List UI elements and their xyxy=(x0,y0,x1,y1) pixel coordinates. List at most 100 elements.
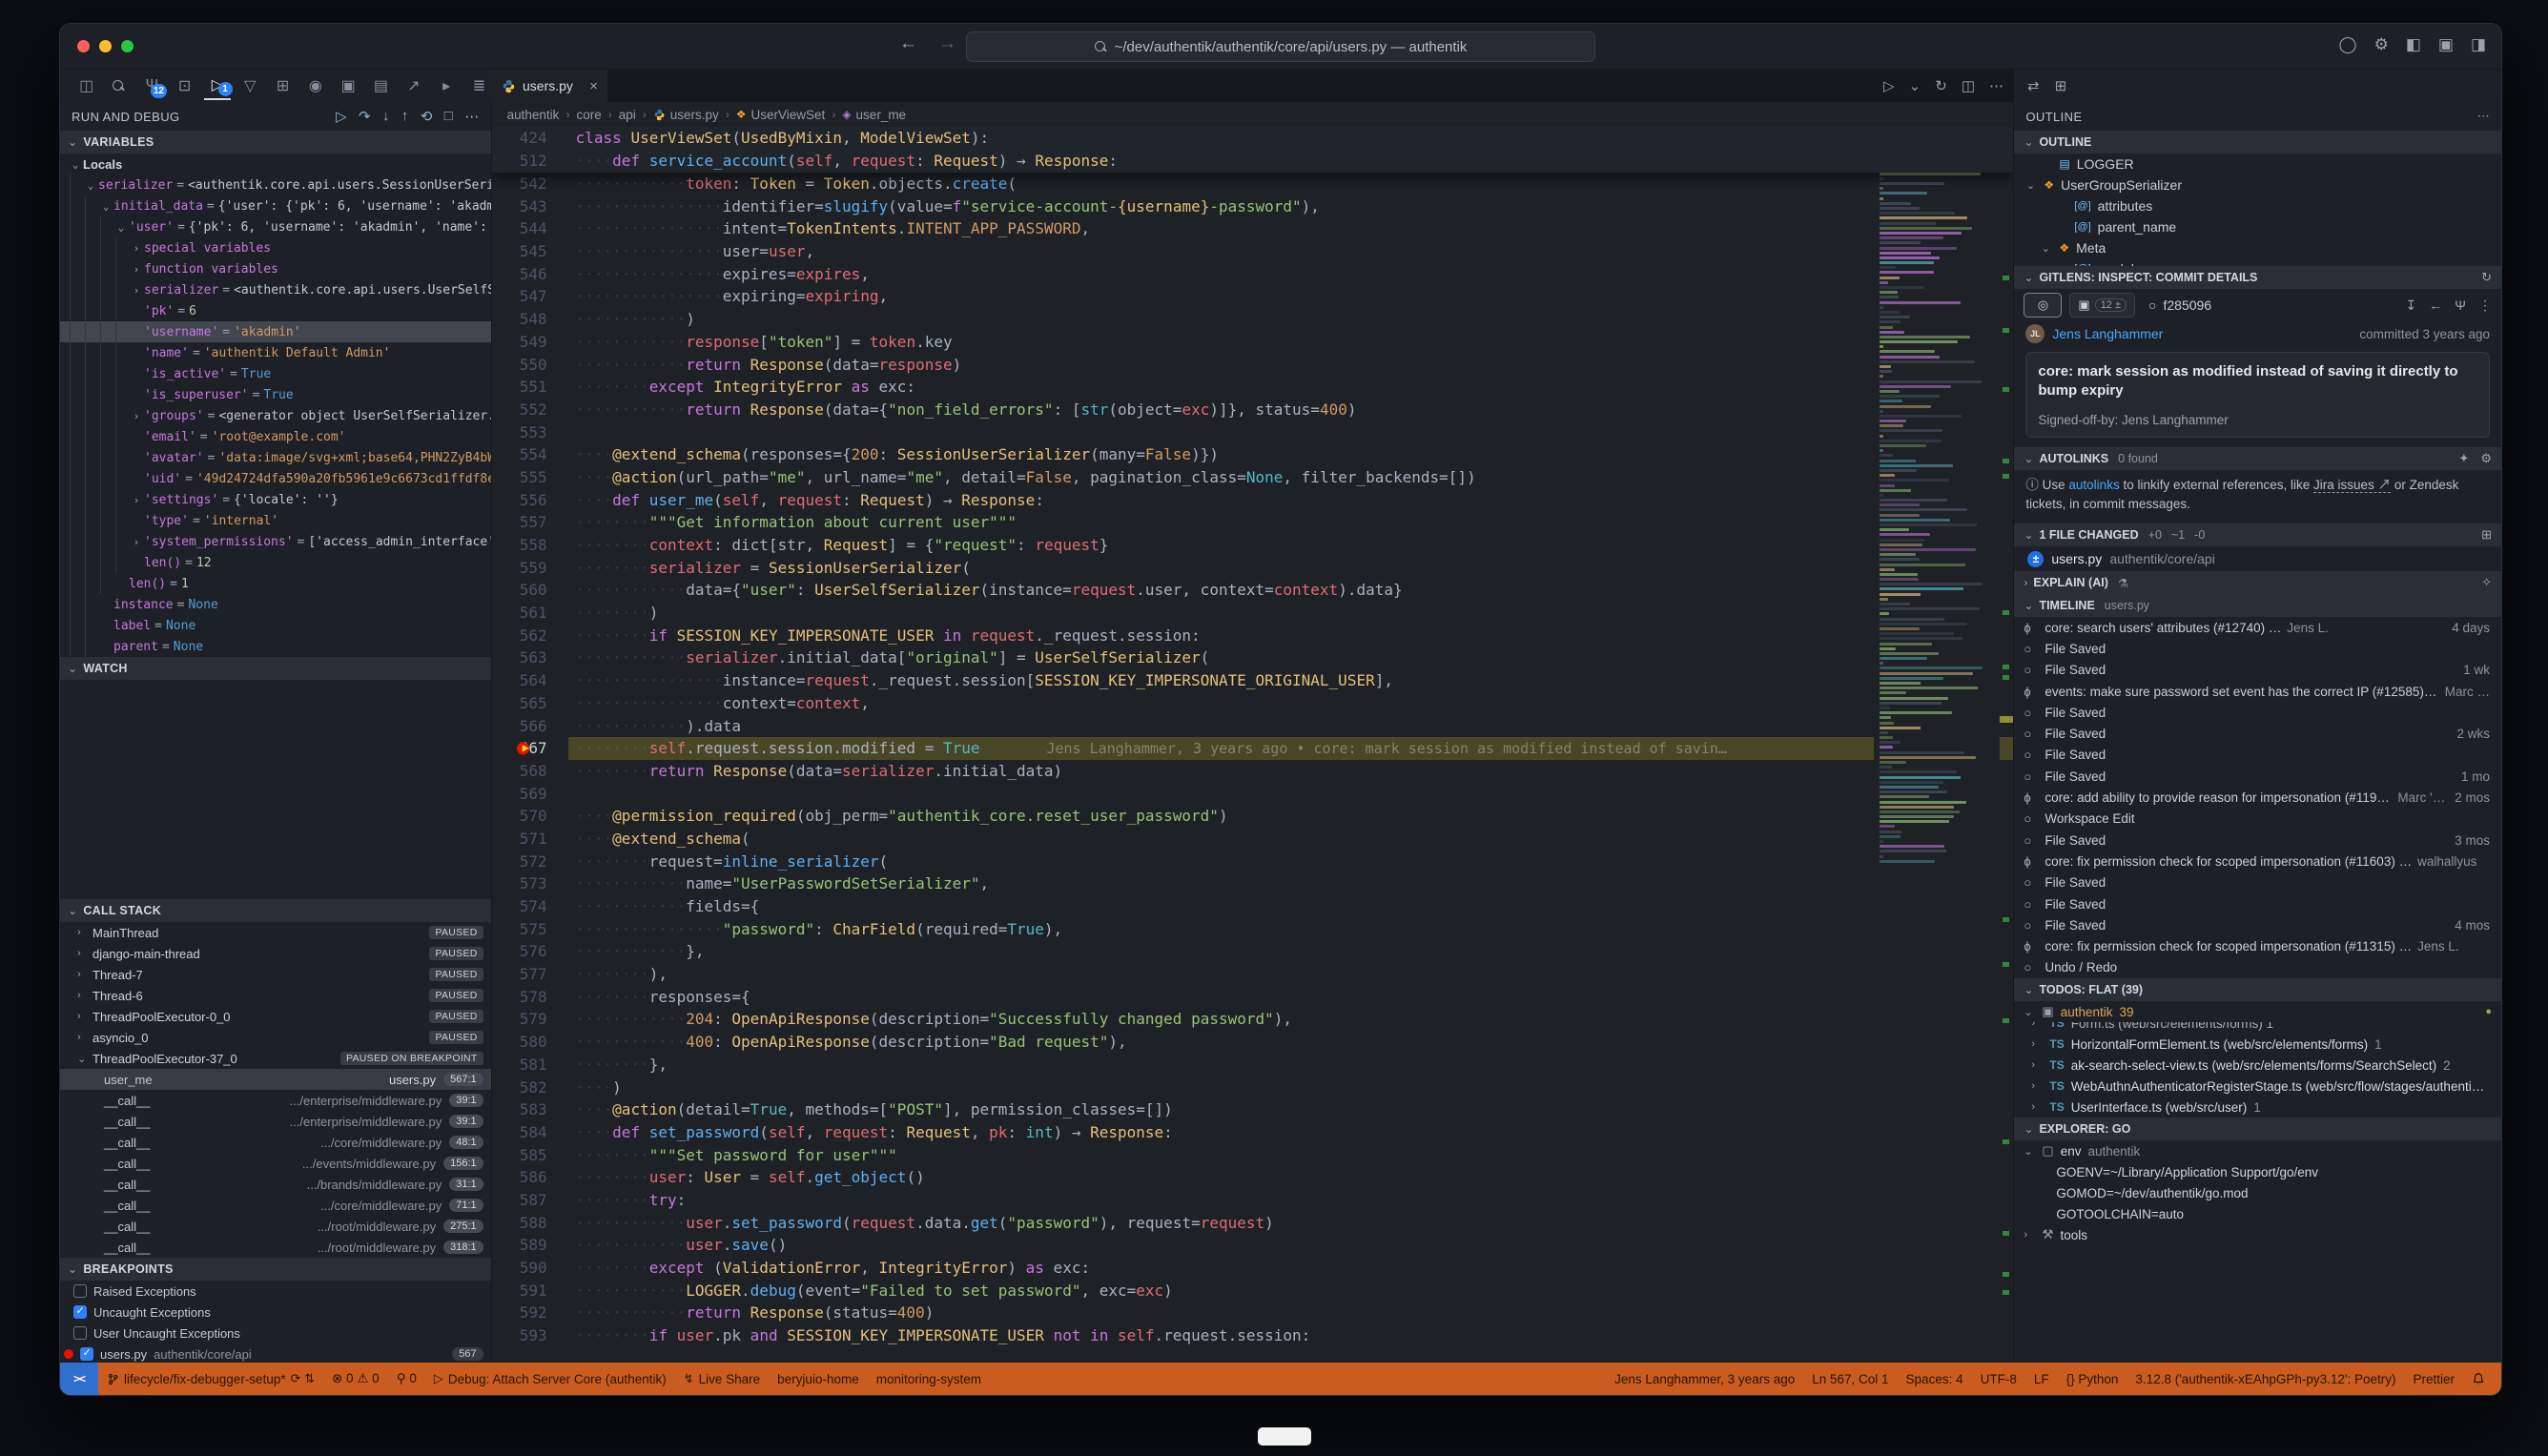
go-env-row[interactable]: GOTOOLCHAIN=auto xyxy=(2014,1203,2501,1224)
stash-tab[interactable]: ▣ 12 ± xyxy=(2069,293,2135,318)
code-line[interactable]: 570····@permission_required(obj_perm="au… xyxy=(492,805,2014,828)
timeline-item[interactable]: ○File Saved xyxy=(2014,702,2501,723)
testing-icon[interactable]: ▽ xyxy=(237,72,263,100)
thread-row[interactable]: ›Thread-7PAUSED xyxy=(60,964,491,985)
code-line[interactable]: 549············response["token"] = token… xyxy=(492,331,2014,354)
refresh-icon[interactable]: ↻ xyxy=(2481,270,2492,285)
breadcrumb-item-authentik[interactable]: authentik xyxy=(507,108,560,122)
layout-panel-icon[interactable]: ▣ xyxy=(2438,35,2454,54)
autolink-icon[interactable]: ✦ xyxy=(2458,451,2469,466)
variables-section-header[interactable]: ⌄ VARIABLES xyxy=(60,131,491,154)
breakpoint-checkbox[interactable] xyxy=(73,1326,87,1340)
split-editor-icon[interactable]: ◫ xyxy=(1962,77,1975,94)
variable-row[interactable]: 'is_active'=True xyxy=(60,363,491,384)
search-icon[interactable] xyxy=(106,72,132,100)
remote-explorer-icon[interactable]: ⊡ xyxy=(172,72,197,100)
code-line[interactable]: 566············).data xyxy=(492,715,2014,738)
account-icon[interactable]: ◯ xyxy=(2339,35,2357,54)
step-out-icon[interactable]: ↑ xyxy=(401,108,409,125)
code-line[interactable]: 561········) xyxy=(492,602,2014,625)
todo-file-row[interactable]: ›TSUserInterface.ts (web/src/user)1 xyxy=(2014,1097,2501,1118)
go-env-row[interactable]: GOENV=~/Library/Application Support/go/e… xyxy=(2014,1161,2501,1182)
extensions-icon[interactable]: ⊞ xyxy=(270,72,296,100)
todo-file-row[interactable]: ›TSWebAuthnAuthenticatorRegisterStage.ts… xyxy=(2014,1076,2501,1097)
run-and-debug-icon[interactable]: ▷1 xyxy=(204,72,230,100)
graph-icon[interactable]: Ψ xyxy=(2455,297,2466,314)
stack-frame-row[interactable]: __call__.../core/middleware.py48:1 xyxy=(60,1132,491,1153)
variable-row[interactable]: label=None xyxy=(60,615,491,636)
zoom-window-button[interactable] xyxy=(121,40,134,52)
gitlens-inspect-icon[interactable]: ▤ xyxy=(368,72,394,100)
timeline-item[interactable]: ϕevents: make sure password set event ha… xyxy=(2014,681,2501,702)
encoding[interactable]: UTF-8 xyxy=(1972,1372,2025,1386)
variable-row[interactable]: ›'groups'=<generator object UserSelfSeri… xyxy=(60,405,491,426)
variable-row[interactable]: ⌄Locals xyxy=(60,154,491,174)
code-line[interactable]: 584····def set_password(self, request: R… xyxy=(492,1121,2014,1144)
stack-frame-row[interactable]: __call__.../enterprise/middleware.py39:1 xyxy=(60,1090,491,1111)
code-line[interactable]: 587········try: xyxy=(492,1189,2014,1212)
code-line[interactable]: 586········user: User = self.get_object(… xyxy=(492,1166,2014,1189)
code-line[interactable]: 565················context=context, xyxy=(492,692,2014,715)
code-line[interactable]: 557········"""Get information about curr… xyxy=(492,511,2014,534)
timeline-item[interactable]: ϕcore: fix permission check for scoped i… xyxy=(2014,851,2501,872)
breakpoint-row[interactable]: Uncaught Exceptions xyxy=(60,1302,491,1323)
more-icon[interactable]: ⋯ xyxy=(464,108,479,125)
breakpoint-checkbox[interactable] xyxy=(80,1347,93,1361)
todos-section-header[interactable]: ⌄ TODOS: FLAT (39) xyxy=(2014,978,2501,1001)
pin-icon[interactable]: ↧ xyxy=(2406,297,2417,314)
code-line[interactable]: 558········context: dict[str, Request] =… xyxy=(492,534,2014,557)
go-env-row[interactable]: GOMOD=~/dev/authentik/go.mod xyxy=(2014,1182,2501,1203)
org-chart-icon[interactable]: ≣ xyxy=(466,72,492,100)
code-line[interactable]: 569 xyxy=(492,783,2014,806)
variable-row[interactable]: 'type'='internal' xyxy=(60,510,491,531)
timeline-item[interactable]: ϕcore: fix permission check for scoped i… xyxy=(2014,935,2501,956)
more-actions-icon[interactable]: ⋯ xyxy=(2477,109,2490,124)
code-line[interactable]: 554····@extend_schema(responses={200: Se… xyxy=(492,443,2014,466)
timeline-item[interactable]: ○Workspace Edit xyxy=(2014,809,2501,830)
timeline-item[interactable]: ○File Saved xyxy=(2014,638,2501,659)
python-interpreter[interactable]: 3.12.8 ('authentik-xEAhpGPh-py3.12': Poe… xyxy=(2127,1372,2404,1386)
history-icon[interactable]: ↻ xyxy=(1935,77,1947,94)
code-line[interactable]: 553 xyxy=(492,421,2014,444)
explain-ai-section-header[interactable]: › EXPLAIN (AI) ⚗ ✧ xyxy=(2014,571,2501,594)
thread-row[interactable]: ›ThreadPoolExecutor-0_0PAUSED xyxy=(60,1006,491,1027)
variable-row[interactable]: ›'system_permissions'=['access_admin_int… xyxy=(60,531,491,552)
breakpoints-section-header[interactable]: ⌄ BREAKPOINTS xyxy=(60,1258,491,1281)
code-line[interactable]: 582····) xyxy=(492,1077,2014,1099)
code-line[interactable]: 546················expires=expires, xyxy=(492,263,2014,286)
variable-row[interactable]: ⌄initial_data={'user': {'pk': 6, 'userna… xyxy=(60,195,491,216)
indentation[interactable]: Spaces: 4 xyxy=(1898,1372,1972,1386)
outline-item[interactable]: ▤LOGGER xyxy=(2014,154,2501,174)
github-icon[interactable]: ◉ xyxy=(302,72,328,100)
thread-row[interactable]: ›MainThreadPAUSED xyxy=(60,922,491,943)
problems[interactable]: ⊗ 0 ⚠ 0 xyxy=(323,1371,388,1386)
gitlens-icon[interactable]: ▣ xyxy=(336,72,361,100)
gitlens-blame[interactable]: Jens Langhammer, 3 years ago xyxy=(1606,1372,1803,1386)
code-line[interactable]: 574············fields={ xyxy=(492,895,2014,918)
code-line[interactable]: 548············) xyxy=(492,308,2014,331)
variable-row[interactable]: ›'settings'={'locale': ''} xyxy=(60,489,491,510)
outline-item[interactable]: [@]model xyxy=(2014,258,2501,266)
command-center-search[interactable]: ~/dev/authentik/authentik/core/api/users… xyxy=(966,31,1595,62)
code-area[interactable]: 542············token: Token = Token.obje… xyxy=(492,173,2014,1347)
todos-org-row[interactable]: ⌄ ▣ authentik 39 ● xyxy=(2014,1001,2501,1022)
variable-row[interactable]: 'username'='akadmin' xyxy=(60,321,491,342)
forward-icon[interactable]: → xyxy=(938,33,956,54)
code-line[interactable]: 542············token: Token = Token.obje… xyxy=(492,173,2014,195)
code-line[interactable]: 589············user.save() xyxy=(492,1234,2014,1257)
watch-section-header[interactable]: ⌄ WATCH xyxy=(60,657,491,680)
thread-row[interactable]: ›django-main-threadPAUSED xyxy=(60,943,491,964)
live-share[interactable]: ↯Live Share xyxy=(675,1371,769,1386)
code-line[interactable]: 572········request=inline_serializer( xyxy=(492,851,2014,873)
breakpoint-row[interactable]: Raised Exceptions xyxy=(60,1281,491,1302)
timeline-item[interactable]: ○Undo / Redo xyxy=(2014,957,2501,978)
code-line[interactable]: 567▶········self.request.session.modifie… xyxy=(492,737,2014,760)
run-dropdown-icon[interactable]: ⌄ xyxy=(1909,77,1921,94)
timeline-item[interactable]: ○File Saved1 mo xyxy=(2014,766,2501,787)
debug-status[interactable]: ▷Debug: Attach Server Core (authentik) xyxy=(425,1371,675,1386)
code-line[interactable]: 579············204: OpenApiResponse(desc… xyxy=(492,1008,2014,1031)
code-line[interactable]: 573············name="UserPasswordSetSeri… xyxy=(492,872,2014,895)
stack-frame-row[interactable]: __call__.../events/middleware.py156:1 xyxy=(60,1153,491,1174)
code-line[interactable]: 547················expiring=expiring, xyxy=(492,285,2014,308)
variable-row[interactable]: ⌄'user'={'pk': 6, 'username': 'akadmin',… xyxy=(60,216,491,237)
